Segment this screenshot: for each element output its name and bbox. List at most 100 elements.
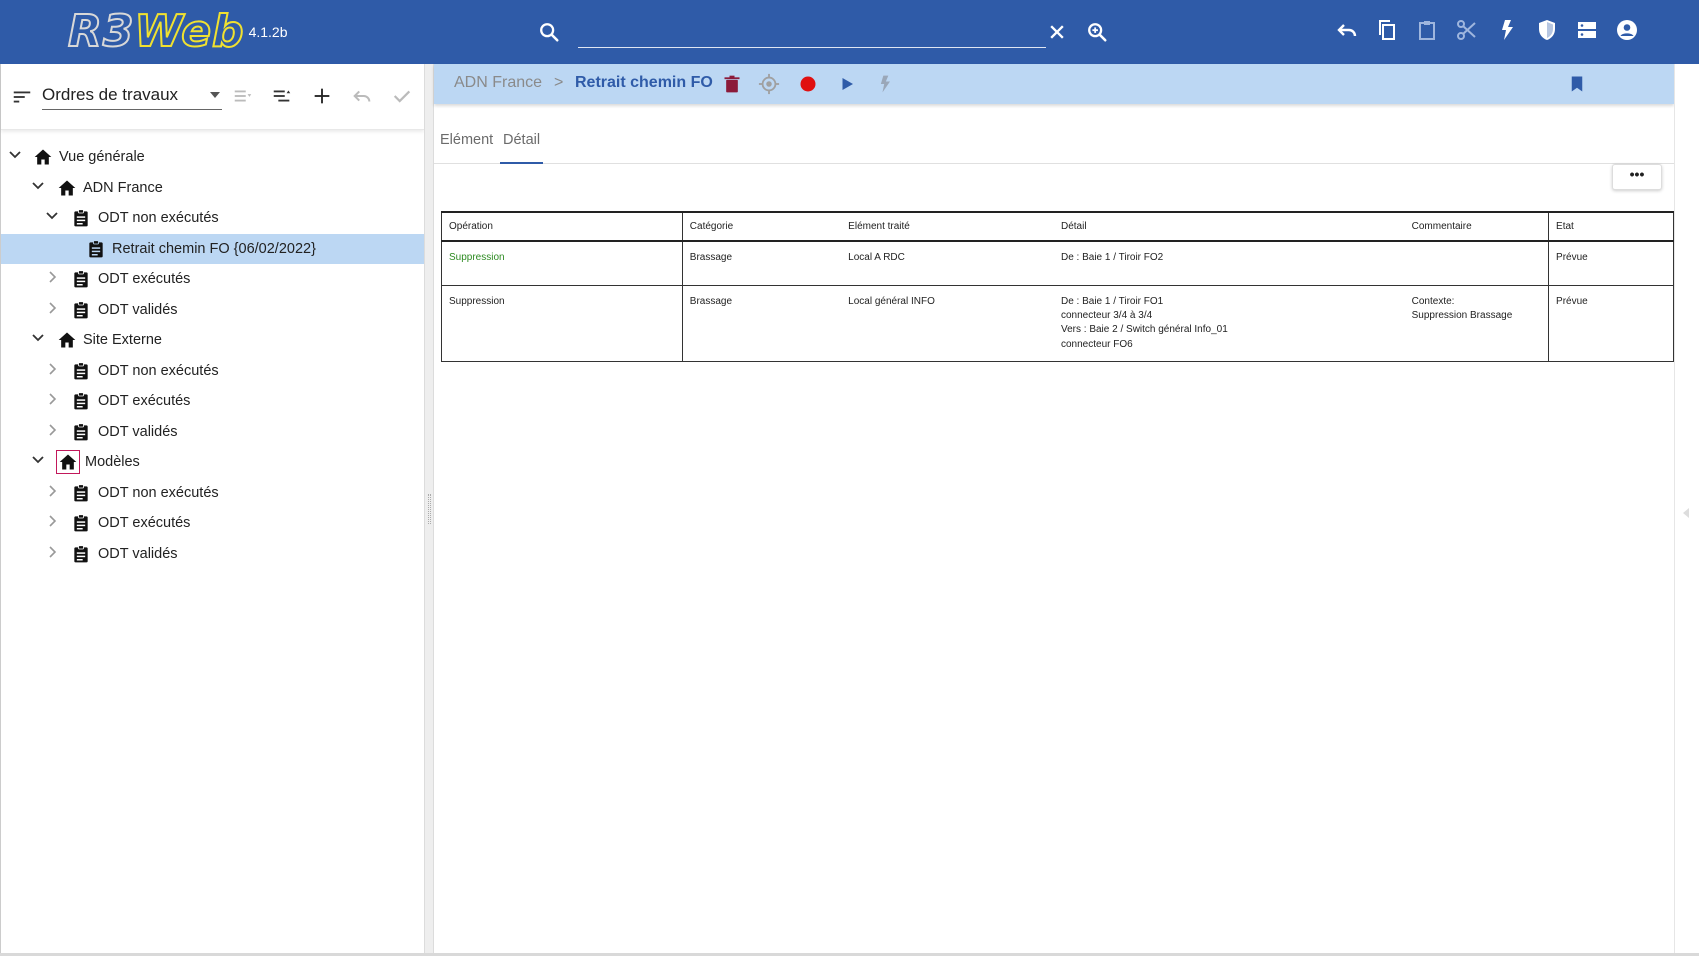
- chevron-right-icon[interactable]: [45, 484, 59, 498]
- chevron-down-icon[interactable]: [31, 453, 45, 467]
- tree-node-site[interactable]: Modèles: [1, 447, 425, 478]
- chevron-down-icon[interactable]: [31, 331, 45, 345]
- execute-button[interactable]: [874, 73, 896, 95]
- chevron-left-icon[interactable]: [1683, 508, 1689, 518]
- tree-node-label: Site Externe: [83, 332, 162, 348]
- view-selector[interactable]: Ordres de travaux: [42, 82, 222, 110]
- tree-node-folder[interactable]: ODT validés: [1, 295, 425, 326]
- paste-button[interactable]: [1415, 18, 1439, 42]
- tree-node-folder[interactable]: ODT exécutés: [1, 508, 425, 539]
- clipboard-icon: [74, 361, 88, 379]
- tree-node-label: ODT exécutés: [98, 515, 191, 531]
- chevron-down-icon[interactable]: [31, 179, 45, 193]
- target-icon: [758, 73, 780, 95]
- clear-search-icon[interactable]: [1047, 22, 1067, 42]
- record-button[interactable]: [797, 73, 819, 95]
- navigation-panel: Ordres de travaux Vue générale ADN Franc…: [0, 64, 425, 956]
- confirm-button[interactable]: [390, 84, 414, 108]
- chevron-right-icon[interactable]: [45, 362, 59, 376]
- table-row[interactable]: Suppression Brassage Local A RDC De : Ba…: [441, 241, 1674, 286]
- page-title: Retrait chemin FO: [575, 74, 713, 91]
- expand-filter-button[interactable]: [231, 84, 255, 108]
- column-header[interactable]: Catégorie: [681, 211, 842, 242]
- tree-node-label: ODT validés: [98, 423, 178, 440]
- tree-node-folder[interactable]: ODT non exécutés: [1, 203, 425, 234]
- clipboard-icon: [74, 300, 88, 318]
- column-header[interactable]: Commentaire: [1404, 211, 1549, 242]
- zoom-in-icon[interactable]: [1086, 21, 1108, 43]
- app-logo: R3Web 4.1.2b: [67, 6, 287, 57]
- home-icon: [34, 149, 52, 165]
- chevron-right-icon[interactable]: [45, 545, 59, 559]
- cell-detail: De : Baie 1 / Tiroir FO2: [1053, 241, 1405, 286]
- panel-splitter[interactable]: [424, 64, 434, 956]
- chevron-down-icon[interactable]: [8, 148, 22, 162]
- chevron-right-icon[interactable]: [45, 270, 59, 284]
- clipboard-icon: [74, 422, 88, 440]
- logo-wordmark: R3Web: [67, 6, 245, 57]
- tree-node-root[interactable]: Vue générale: [1, 142, 425, 173]
- tree-toolbar: Ordres de travaux: [1, 64, 424, 130]
- drag-handle-icon[interactable]: [428, 494, 431, 524]
- tree-node-folder[interactable]: ODT non exécutés: [1, 478, 425, 509]
- undo-button[interactable]: [1335, 18, 1359, 42]
- cell-detail-line: Vers : Baie 2 / Switch général Info_01: [1060, 324, 1228, 336]
- undo-icon: [353, 90, 371, 102]
- security-button[interactable]: [1535, 18, 1559, 42]
- chevron-down-icon[interactable]: [45, 209, 59, 223]
- search-input[interactable]: [578, 16, 1046, 48]
- delete-button[interactable]: [721, 73, 743, 95]
- paste-icon: [1419, 21, 1435, 40]
- chevron-right-icon[interactable]: [45, 301, 59, 315]
- flash-icon: [1502, 20, 1513, 40]
- chevron-right-icon[interactable]: [45, 514, 59, 528]
- breadcrumb-separator: >: [554, 74, 564, 91]
- tree-node-work-order-selected[interactable]: Retrait chemin FO {06/02/2022}: [1, 233, 425, 264]
- column-header[interactable]: Etat: [1548, 211, 1674, 242]
- column-header[interactable]: Elément traité: [841, 211, 1054, 242]
- add-button[interactable]: [310, 84, 334, 108]
- locate-button[interactable]: [758, 73, 780, 95]
- cell-detail-line: De : Baie 1 / Tiroir FO1: [1060, 295, 1164, 307]
- tree-node-site[interactable]: ADN France: [1, 173, 425, 204]
- collapse-filter-button[interactable]: [270, 84, 294, 108]
- tree-undo-button[interactable]: [350, 84, 374, 108]
- tree-node-folder[interactable]: ODT exécutés: [1, 264, 425, 295]
- more-options-button[interactable]: •••: [1612, 164, 1662, 190]
- chevron-right-icon[interactable]: [45, 423, 59, 437]
- bookmark-button[interactable]: [1566, 73, 1588, 95]
- cell-operation: Suppression: [441, 241, 683, 286]
- view-selector-value: Ordres de travaux: [42, 85, 179, 104]
- top-toolbar: [1335, 18, 1639, 42]
- table-row[interactable]: Suppression Brassage Local général INFO …: [441, 285, 1674, 363]
- home-icon: [58, 180, 76, 195]
- sort-icon[interactable]: [11, 86, 33, 108]
- right-collapse-strip[interactable]: [1674, 64, 1699, 956]
- chevron-right-icon[interactable]: [45, 392, 59, 406]
- column-header[interactable]: Opération: [441, 211, 683, 242]
- tree-node-folder[interactable]: ODT validés: [1, 417, 425, 448]
- cut-icon: [1457, 20, 1476, 40]
- tree-node-label: ODT validés: [98, 301, 178, 318]
- search-icon[interactable]: [538, 21, 560, 43]
- tree-node-folder[interactable]: ODT non exécutés: [1, 356, 425, 387]
- breadcrumb-root[interactable]: ADN France: [454, 74, 542, 92]
- table-header-row: Opération Catégorie Elément traité Détai…: [441, 211, 1674, 242]
- tree-node-site[interactable]: Site Externe: [1, 325, 425, 356]
- account-button[interactable]: [1615, 18, 1639, 42]
- tab-element[interactable]: Elément: [440, 132, 493, 162]
- detail-header: ADN France > Retrait chemin FO: [434, 64, 1674, 104]
- column-header[interactable]: Détail: [1053, 211, 1405, 242]
- cell-detail: De : Baie 1 / Tiroir FO1 connecteur 3/4 …: [1053, 285, 1405, 363]
- tab-detail[interactable]: Détail: [500, 132, 544, 164]
- tree-node-folder[interactable]: ODT exécutés: [1, 386, 425, 417]
- play-button[interactable]: [836, 73, 858, 95]
- cut-button[interactable]: [1455, 18, 1479, 42]
- copy-button[interactable]: [1375, 18, 1399, 42]
- server-button[interactable]: [1575, 18, 1599, 42]
- list-filter-icon: [234, 90, 252, 102]
- tree-node-folder[interactable]: ODT validés: [1, 539, 425, 570]
- check-icon: [393, 90, 411, 103]
- flash-button[interactable]: [1495, 18, 1519, 42]
- cell-state: Prévue: [1548, 241, 1674, 286]
